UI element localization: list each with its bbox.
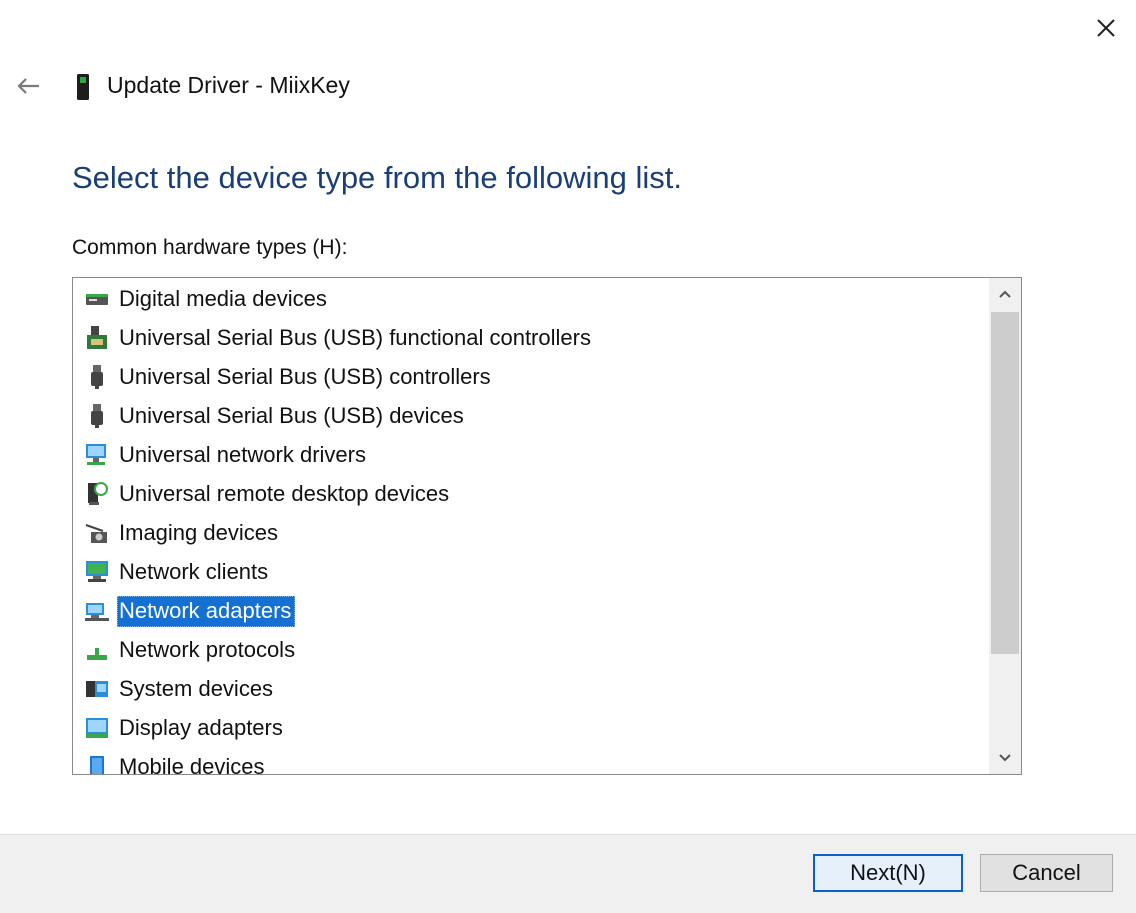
network-protocol-icon <box>87 648 107 660</box>
camera-icon <box>85 524 107 543</box>
list-item-label: Network protocols <box>119 636 296 662</box>
list-item-label: Universal remote desktop devices <box>119 480 450 506</box>
back-arrow-icon <box>17 78 39 94</box>
list-item-network-adapters[interactable]: Network adapters <box>83 593 296 629</box>
list-item-label: Mobile devices <box>119 753 265 775</box>
close-button[interactable] <box>1088 12 1124 44</box>
network-client-icon <box>86 561 108 582</box>
list-item-digital-media-devices[interactable]: Digital media devices <box>83 281 331 317</box>
list-item-label: Imaging devices <box>119 519 278 545</box>
update-driver-dialog: Update Driver - MiixKey Select the devic… <box>0 0 1136 913</box>
remote-desktop-icon <box>88 482 108 505</box>
usb-plug-icon <box>91 365 103 389</box>
list-item-system-devices[interactable]: System devices <box>83 671 277 707</box>
list-label: Common hardware types (H): <box>72 236 348 259</box>
list-item-network-protocols[interactable]: Network protocols <box>83 632 299 668</box>
scroll-down-button[interactable] <box>989 742 1021 774</box>
hardware-type-listbox[interactable]: Digital media devices Universal Serial Bu… <box>72 277 1022 775</box>
display-adapter-icon <box>86 718 108 738</box>
list-item-label: Display adapters <box>119 714 283 740</box>
usb-key-icon <box>77 74 89 100</box>
list-items: Digital media devices Universal Serial Bu… <box>73 278 989 774</box>
list-item-label: Universal Serial Bus (USB) devices <box>119 402 464 428</box>
digital-media-icon <box>86 294 108 305</box>
page-heading: Select the device type from the followin… <box>72 160 682 195</box>
system-devices-icon <box>86 681 108 697</box>
chevron-up-icon <box>999 290 1011 298</box>
close-icon <box>1097 19 1115 37</box>
back-button[interactable] <box>10 68 46 104</box>
list-item-label: Universal Serial Bus (USB) controllers <box>119 363 491 389</box>
usb-function-controller-icon <box>87 326 107 349</box>
list-item-mobile-devices[interactable]: Mobile devices <box>83 749 269 774</box>
list-item-display-adapters[interactable]: Display adapters <box>83 710 287 746</box>
network-adapter-icon <box>85 603 109 621</box>
dialog-footer: Next(N) Cancel <box>0 834 1136 913</box>
list-item-universal-serial-bus-usb-devices[interactable]: Universal Serial Bus (USB) devices <box>83 398 468 434</box>
scroll-up-button[interactable] <box>989 278 1021 310</box>
window-title: Update Driver - MiixKey <box>107 72 350 98</box>
list-item-universal-serial-bus-usb-controllers[interactable]: Universal Serial Bus (USB) controllers <box>83 359 495 395</box>
vertical-scrollbar[interactable] <box>989 278 1021 774</box>
network-driver-icon <box>86 444 106 465</box>
list-item-label: Network adapters <box>117 595 296 627</box>
chevron-down-icon <box>999 754 1011 762</box>
scroll-thumb[interactable] <box>991 312 1019 654</box>
list-item-imaging-devices[interactable]: Imaging devices <box>83 515 282 551</box>
cancel-button[interactable]: Cancel <box>980 854 1113 892</box>
mobile-device-icon <box>90 756 104 774</box>
list-item-network-clients[interactable]: Network clients <box>83 554 272 590</box>
list-item-universal-network-drivers[interactable]: Universal network drivers <box>83 437 370 473</box>
next-button[interactable]: Next(N) <box>813 854 963 892</box>
list-item-label: Universal network drivers <box>119 441 366 467</box>
list-item-universal-remote-desktop-devices[interactable]: Universal remote desktop devices <box>83 476 453 512</box>
list-item-label: System devices <box>119 675 274 701</box>
list-item-label: Network clients <box>119 558 269 584</box>
list-item-universal-serial-bus-usb-functional-controllers[interactable]: Universal Serial Bus (USB) functional co… <box>83 320 595 356</box>
usb-plug-icon <box>91 404 103 428</box>
list-item-label: Universal Serial Bus (USB) functional co… <box>119 324 591 350</box>
list-item-label: Digital media devices <box>119 285 327 311</box>
